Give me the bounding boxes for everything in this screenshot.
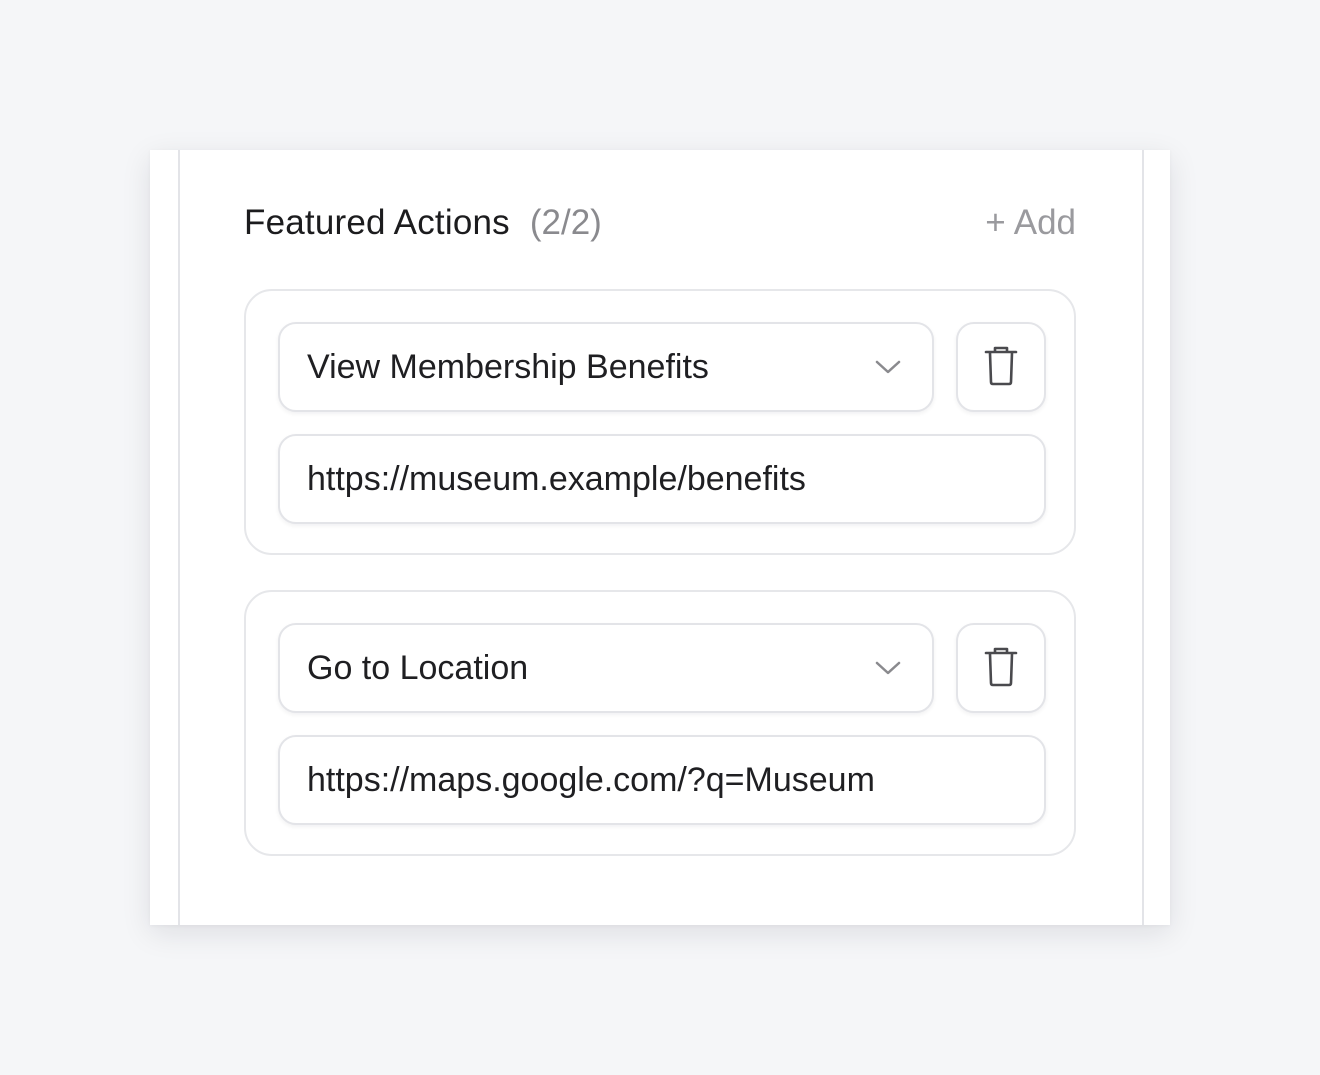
trash-icon xyxy=(983,346,1019,389)
editor-card: Featured Actions (2/2) + Add View Member… xyxy=(150,150,1170,925)
plus-icon: + xyxy=(985,203,1006,242)
action-card: View Membership Benefits xyxy=(244,289,1076,555)
trash-icon xyxy=(983,647,1019,690)
delete-action-button[interactable] xyxy=(956,623,1046,713)
action-url-input[interactable] xyxy=(278,735,1046,825)
action-type-select[interactable]: View Membership Benefits xyxy=(278,322,934,412)
section-title: Featured Actions xyxy=(244,203,510,242)
chevron-down-icon xyxy=(874,654,902,682)
action-url-input[interactable] xyxy=(278,434,1046,524)
add-action-button[interactable]: + Add xyxy=(985,203,1076,243)
action-type-select[interactable]: Go to Location xyxy=(278,623,934,713)
action-count: (2/2) xyxy=(529,203,602,242)
action-card: Go to Location xyxy=(244,590,1076,856)
section-header: Featured Actions (2/2) + Add xyxy=(244,198,1076,248)
delete-action-button[interactable] xyxy=(956,322,1046,412)
featured-actions-panel: Featured Actions (2/2) + Add View Member… xyxy=(178,150,1144,925)
chevron-down-icon xyxy=(874,353,902,381)
title-group: Featured Actions (2/2) xyxy=(244,203,602,243)
action-type-value: Go to Location xyxy=(307,648,529,687)
add-label: Add xyxy=(1013,203,1076,242)
action-type-value: View Membership Benefits xyxy=(307,347,709,386)
